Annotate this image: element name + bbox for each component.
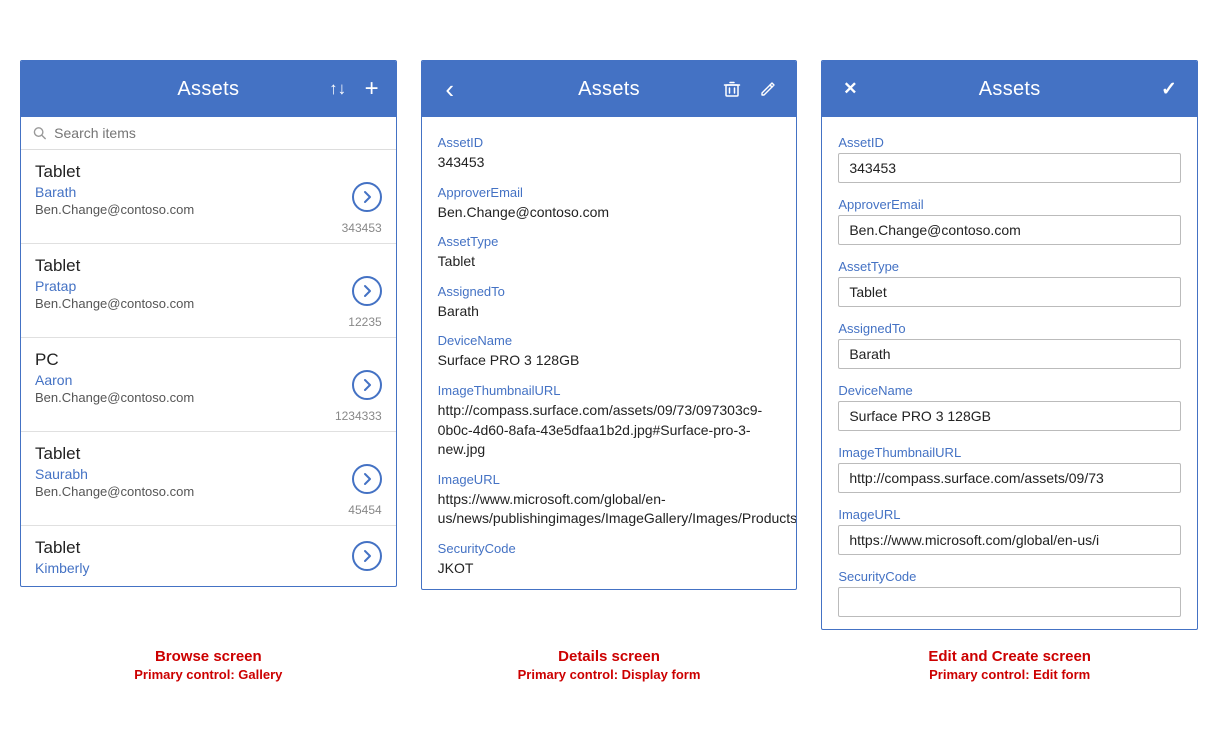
item-2-assigned: Aaron <box>35 372 382 388</box>
caption-1-sub: Primary control: Display form <box>421 667 798 682</box>
back-icon[interactable]: ‹ <box>436 75 464 103</box>
list-item[interactable]: PC Aaron Ben.Change@contoso.com 1234333 <box>21 338 396 432</box>
caption-1: Details screen Primary control: Display … <box>421 648 798 682</box>
field-value-1: Ben.Change@contoso.com <box>438 203 781 223</box>
edit-panel: ✕ Assets ✓ AssetID ApproverEmail AssetTy… <box>821 60 1198 630</box>
item-3-id: 45454 <box>35 503 382 517</box>
item-3-arrow[interactable] <box>352 464 382 494</box>
browse-panel: Assets ↑↓ + Tablet Barath Ben.Change@con… <box>20 60 397 587</box>
caption-2: Edit and Create screen Primary control: … <box>821 648 1198 682</box>
sort-icon[interactable]: ↑↓ <box>324 75 352 103</box>
caption-2-title: Edit and Create screen <box>821 648 1198 665</box>
item-2-id: 1234333 <box>35 409 382 423</box>
edit-field-1[interactable] <box>838 215 1181 245</box>
edit-label-4: DeviceName <box>838 383 1181 398</box>
caption-2-sub: Primary control: Edit form <box>821 667 1198 682</box>
field-label-4: DeviceName <box>438 333 781 348</box>
item-3-email: Ben.Change@contoso.com <box>35 484 382 499</box>
field-label-5: ImageThumbnailURL <box>438 383 781 398</box>
field-value-3: Barath <box>438 302 781 322</box>
item-0-id: 343453 <box>35 221 382 235</box>
field-value-0: 343453 <box>438 153 781 173</box>
item-1-type: Tablet <box>35 256 382 276</box>
caption-0-sub: Primary control: Gallery <box>20 667 397 682</box>
item-4-assigned: Kimberly <box>35 560 382 576</box>
edit-label-2: AssetType <box>838 259 1181 274</box>
edit-field-7[interactable] <box>838 587 1181 617</box>
item-1-assigned: Pratap <box>35 278 382 294</box>
captions: Browse screen Primary control: Gallery D… <box>20 648 1198 682</box>
field-value-7: JKOT <box>438 559 781 579</box>
details-panel: ‹ Assets AssetID 343453 <box>421 60 798 590</box>
edit-label-0: AssetID <box>838 135 1181 150</box>
edit-label-3: AssignedTo <box>838 321 1181 336</box>
add-icon[interactable]: + <box>358 75 386 103</box>
item-1-id: 12235 <box>35 315 382 329</box>
field-label-6: ImageURL <box>438 472 781 487</box>
item-1-email: Ben.Change@contoso.com <box>35 296 382 311</box>
item-0-assigned: Barath <box>35 184 382 200</box>
search-bar <box>21 117 396 150</box>
edit-field-0[interactable] <box>838 153 1181 183</box>
item-0-type: Tablet <box>35 162 382 182</box>
item-4-arrow[interactable] <box>352 541 382 571</box>
details-title: Assets <box>578 78 640 101</box>
list-item[interactable]: Tablet Pratap Ben.Change@contoso.com 122… <box>21 244 396 338</box>
browse-header: Assets ↑↓ + <box>21 61 396 117</box>
caption-0: Browse screen Primary control: Gallery <box>20 648 397 682</box>
details-header: ‹ Assets <box>422 61 797 117</box>
field-label-0: AssetID <box>438 135 781 150</box>
item-3-type: Tablet <box>35 444 382 464</box>
delete-icon[interactable] <box>718 75 746 103</box>
field-value-2: Tablet <box>438 252 781 272</box>
edit-label-7: SecurityCode <box>838 569 1181 584</box>
edit-field-2[interactable] <box>838 277 1181 307</box>
list-item[interactable]: Tablet Saurabh Ben.Change@contoso.com 45… <box>21 432 396 526</box>
edit-field-5[interactable] <box>838 463 1181 493</box>
field-label-7: SecurityCode <box>438 541 781 556</box>
list-item[interactable]: Tablet Kimberly <box>21 526 396 586</box>
item-3-assigned: Saurabh <box>35 466 382 482</box>
caption-1-title: Details screen <box>421 648 798 665</box>
check-icon[interactable]: ✓ <box>1155 75 1183 103</box>
edit-field-4[interactable] <box>838 401 1181 431</box>
close-icon[interactable]: ✕ <box>836 75 864 103</box>
field-label-1: ApproverEmail <box>438 185 781 200</box>
edit-field-6[interactable] <box>838 525 1181 555</box>
item-1-arrow[interactable] <box>352 276 382 306</box>
field-value-5: http://compass.surface.com/assets/09/73/… <box>438 401 781 460</box>
field-label-3: AssignedTo <box>438 284 781 299</box>
edit-field-3[interactable] <box>838 339 1181 369</box>
item-0-email: Ben.Change@contoso.com <box>35 202 382 217</box>
item-2-email: Ben.Change@contoso.com <box>35 390 382 405</box>
edit-label-5: ImageThumbnailURL <box>838 445 1181 460</box>
field-value-4: Surface PRO 3 128GB <box>438 351 781 371</box>
edit-content: AssetID ApproverEmail AssetType Assigned… <box>822 117 1197 629</box>
item-0-arrow[interactable] <box>352 182 382 212</box>
edit-header: ✕ Assets ✓ <box>822 61 1197 117</box>
list-item[interactable]: Tablet Barath Ben.Change@contoso.com 343… <box>21 150 396 244</box>
edit-label-1: ApproverEmail <box>838 197 1181 212</box>
pencil-icon[interactable] <box>754 75 782 103</box>
item-4-type: Tablet <box>35 538 382 558</box>
field-value-6: https://www.microsoft.com/global/en-us/n… <box>438 490 781 529</box>
caption-0-title: Browse screen <box>20 648 397 665</box>
item-2-arrow[interactable] <box>352 370 382 400</box>
edit-title: Assets <box>979 78 1041 101</box>
field-label-2: AssetType <box>438 234 781 249</box>
search-icon <box>33 126 46 140</box>
browse-header-icons: ↑↓ + <box>324 75 386 103</box>
detail-content: AssetID 343453 ApproverEmail Ben.Change@… <box>422 117 797 589</box>
search-input[interactable] <box>54 125 384 141</box>
edit-label-6: ImageURL <box>838 507 1181 522</box>
item-2-type: PC <box>35 350 382 370</box>
browse-list: Tablet Barath Ben.Change@contoso.com 343… <box>21 150 396 586</box>
browse-title: Assets <box>177 78 239 101</box>
